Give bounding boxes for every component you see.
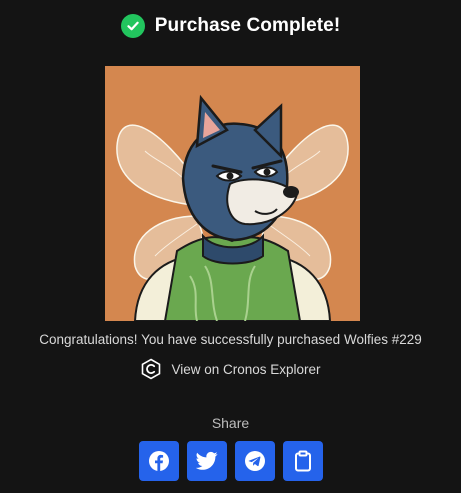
facebook-icon: [148, 450, 170, 472]
nft-image: [105, 66, 360, 321]
twitter-icon: [195, 451, 218, 471]
congratulations-message: Congratulations! You have successfully p…: [39, 332, 422, 347]
check-circle-icon: [120, 14, 145, 38]
share-label: Share: [211, 415, 250, 431]
share-facebook-button[interactable]: [138, 441, 179, 481]
page-title: Purchase Complete!: [154, 15, 341, 36]
share-telegram-button[interactable]: [234, 441, 275, 481]
explorer-link-text[interactable]: View on Cronos Explorer: [171, 362, 320, 377]
view-on-explorer-link[interactable]: View on Cronos Explorer: [0, 358, 461, 380]
share-twitter-button[interactable]: [186, 441, 227, 481]
share-buttons: [0, 441, 461, 481]
clipboard-icon: [293, 450, 313, 472]
telegram-icon: [244, 450, 266, 472]
cronos-logo-icon: [140, 358, 162, 380]
purchase-header: Purchase Complete!: [0, 14, 461, 38]
copy-link-button[interactable]: [282, 441, 323, 481]
